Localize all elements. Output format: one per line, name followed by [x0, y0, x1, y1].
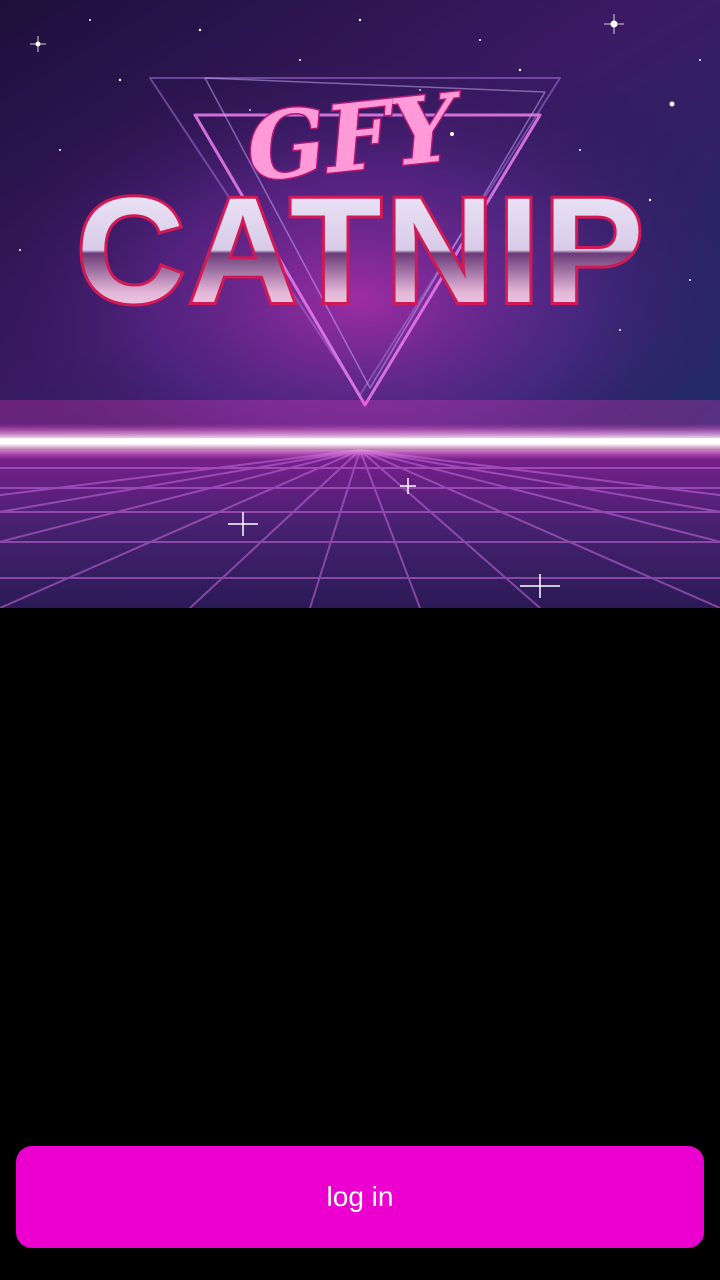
hero-artwork: CATNIP GFY [0, 0, 720, 608]
splash-screen: CATNIP GFY log in [0, 0, 720, 1280]
synthwave-logo-image: CATNIP GFY [0, 0, 720, 608]
logo-script-text: GFY [242, 72, 470, 202]
login-button[interactable]: log in [16, 1146, 704, 1248]
